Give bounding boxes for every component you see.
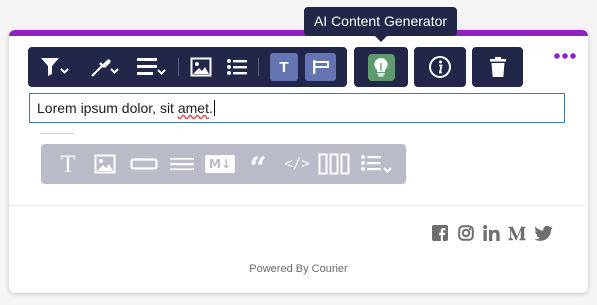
medium-icon	[508, 226, 526, 241]
add-text-block-button[interactable]: T	[54, 144, 82, 184]
toolbar-separator	[258, 58, 259, 76]
social-link-twitter[interactable]	[534, 225, 553, 246]
insert-image-button[interactable]	[188, 47, 214, 87]
ai-content-generator-button[interactable]	[354, 47, 408, 87]
twitter-icon	[534, 225, 553, 241]
add-quote-block-button[interactable]: “	[243, 144, 273, 184]
svg-text:“: “	[249, 154, 266, 174]
add-button-block-button[interactable]	[127, 144, 161, 184]
filter-icon	[41, 58, 69, 76]
lightbulb-icon	[374, 57, 388, 77]
powered-by-label: Powered By Courier	[249, 263, 348, 275]
align-icon	[137, 58, 166, 75]
add-image-block-button[interactable]	[91, 144, 119, 184]
add-columns-block-button[interactable]	[317, 144, 351, 184]
ai-button-face	[367, 53, 395, 81]
list-block-icon	[361, 155, 392, 173]
misspelled-word: amet	[177, 100, 209, 116]
instagram-icon	[458, 225, 474, 241]
image-icon	[190, 57, 212, 77]
divider-block-icon	[170, 158, 194, 171]
info-icon	[429, 56, 451, 78]
svg-text:T: T	[61, 153, 76, 175]
paragraph-text: Lorem ipsum dolor, sit	[37, 100, 178, 116]
more-dots-icon	[554, 53, 576, 59]
filter-button[interactable]	[38, 47, 72, 87]
delete-button[interactable]	[472, 47, 523, 87]
eyedropper-icon	[91, 59, 119, 77]
format-toolbar: T	[28, 47, 347, 87]
tooltip-arrow	[375, 36, 387, 42]
block-border-button[interactable]	[305, 53, 336, 81]
quote-block-icon: “	[249, 154, 266, 174]
button-block-icon	[130, 158, 158, 170]
facebook-icon	[432, 225, 448, 241]
more-options-button[interactable]	[554, 49, 576, 68]
toolbar-separator	[178, 58, 179, 76]
brand-top-bar	[9, 30, 588, 36]
paragraph-text-end: .	[208, 100, 213, 116]
block-insert-toolbar: T M↓ “ </>	[41, 144, 406, 184]
color-picker-button[interactable]	[88, 47, 122, 87]
markdown-label: M↓	[209, 157, 231, 171]
social-link-facebook[interactable]	[432, 225, 448, 246]
add-code-block-button[interactable]: </>	[281, 144, 313, 184]
paragraph-text-input[interactable]: Lorem ipsum dolor, sit amet.	[29, 93, 565, 123]
social-link-instagram[interactable]	[458, 225, 474, 246]
image-block-icon	[94, 154, 116, 174]
trash-icon	[489, 57, 506, 77]
list-icon	[227, 59, 247, 75]
text-style-label: T	[279, 58, 289, 76]
text-caret	[213, 100, 215, 116]
bullet-list-button[interactable]	[224, 47, 250, 87]
add-divider-block-button[interactable]	[166, 144, 198, 184]
ai-generator-tooltip: AI Content Generator	[304, 7, 457, 36]
block-divider	[40, 133, 74, 134]
border-style-icon	[312, 60, 329, 74]
linkedin-icon	[483, 225, 500, 241]
info-button[interactable]	[414, 47, 466, 87]
social-link-linkedin[interactable]	[483, 225, 501, 246]
code-block-icon: </>	[284, 156, 310, 172]
add-list-block-button[interactable]	[359, 144, 395, 184]
columns-block-icon	[318, 153, 350, 175]
text-style-button[interactable]: T	[270, 53, 298, 81]
add-markdown-block-button[interactable]: M↓	[203, 144, 237, 184]
markdown-block-icon: M↓	[205, 155, 235, 173]
alignment-button[interactable]	[134, 47, 170, 87]
text-block-icon: T	[61, 153, 76, 175]
social-link-medium[interactable]	[508, 225, 526, 246]
footer-divider	[9, 205, 588, 206]
